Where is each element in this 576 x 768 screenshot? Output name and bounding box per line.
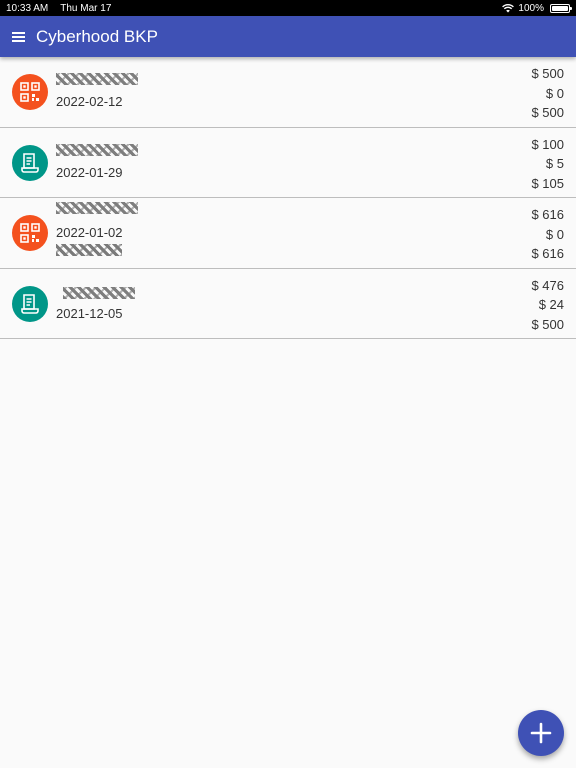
amounts: $ 100 $ 5 $ 105 [531,135,564,194]
total: $ 616 [531,246,564,261]
transaction-list: 2022-02-12 $ 500 $ 0 $ 500 2022-01-29 $ … [0,57,576,339]
total: $ 105 [531,175,564,191]
fee: $ 5 [545,156,564,171]
fee: $ 0 [545,226,564,242]
amounts: $ 476 $ 24 $ 500 [531,276,564,335]
transaction-row[interactable]: 2022-02-12 $ 500 $ 0 $ 500 [0,57,576,128]
qr-code-icon [12,215,48,251]
amounts: $ 500 $ 0 $ 500 [531,64,564,123]
redacted-name [63,286,135,299]
redacted-name [56,143,138,156]
battery-icon [550,3,572,13]
total: $ 500 [531,105,564,120]
menu-icon [11,31,25,42]
redacted-name [56,202,138,214]
transaction-date: 2022-01-02 [56,225,123,240]
amount: $ 476 [531,277,564,293]
total: $ 500 [531,316,564,332]
battery-percent: 100% [518,2,544,14]
status-time: 10:33 AM [6,2,49,14]
transaction-row[interactable]: 2022-01-29 $ 100 $ 5 $ 105 [0,128,576,198]
redacted-note [56,244,122,256]
transaction-row[interactable]: 2021-12-05 $ 476 $ 24 $ 500 [0,269,576,339]
status-right: 100% [502,2,572,14]
add-button[interactable] [518,710,564,756]
fee: $ 24 [538,297,564,312]
transaction-row[interactable]: 2022-01-02 $ 616 $ 0 $ 616 [0,198,576,269]
receipt-icon [12,285,48,322]
status-date: Thu Mar 17 [60,2,112,14]
add-icon [530,722,552,744]
receipt-icon [12,144,48,181]
menu-button[interactable] [0,16,36,57]
fee: $ 0 [545,85,564,101]
amount: $ 616 [531,207,564,222]
transaction-date: 2022-02-12 [56,94,123,109]
transaction-date: 2022-01-29 [56,164,123,180]
amount: $ 100 [531,136,564,152]
wifi-icon [502,3,515,12]
amounts: $ 616 $ 0 $ 616 [531,205,564,264]
status-bar: 10:33 AM Thu Mar 17 100% [0,0,576,16]
transaction-date: 2021-12-05 [56,305,123,321]
redacted-name [56,73,138,85]
qr-code-icon [12,74,48,110]
amount: $ 500 [531,66,564,81]
app-title: Cyberhood BKP [36,26,158,46]
app-bar: Cyberhood BKP [0,16,576,57]
